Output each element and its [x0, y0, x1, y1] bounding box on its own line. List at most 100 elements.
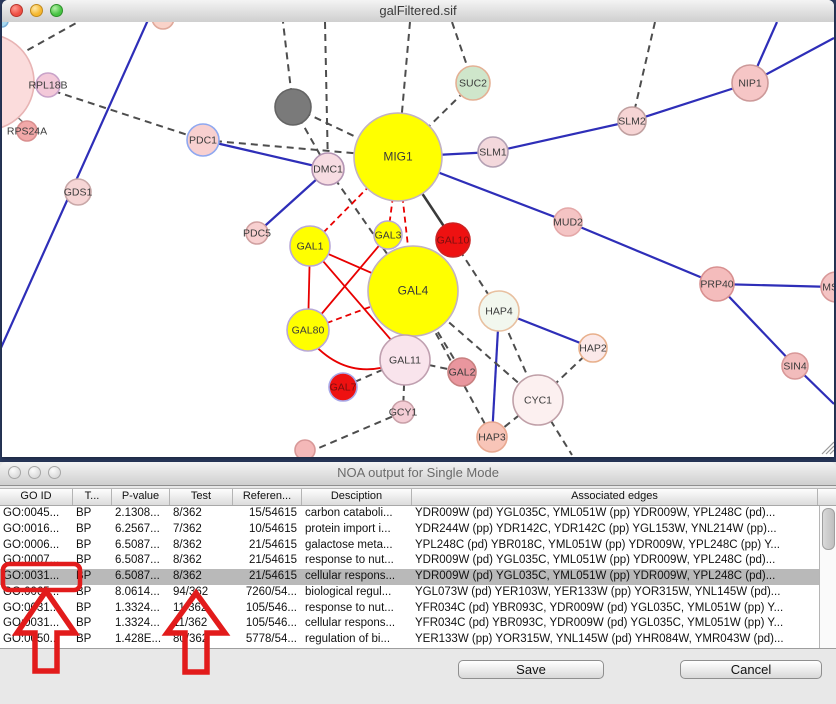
network-window-titlebar[interactable]: galFiltered.sif [2, 0, 834, 23]
graph-edge[interactable] [568, 222, 717, 284]
graph-node-label-gal3: GAL3 [375, 230, 402, 242]
graph-edge[interactable] [632, 22, 655, 121]
table-cell: carbon cataboli... [302, 506, 412, 522]
resize-grip[interactable] [830, 450, 834, 454]
table-cell: BP [73, 553, 112, 569]
table-cell: 6.2567... [112, 522, 170, 538]
table-cell: 80/362 [170, 632, 233, 648]
network-graph-canvas[interactable]: RPL18B RPS24A GDS1 PDC1 PDC5 DMC1 MIG1 SUC2 SLM1… [2, 22, 834, 457]
table-cell: 6.5087... [112, 569, 170, 585]
table-cell: YFR034C (pd) YBR093C, YDR009W (pd) YGL03… [412, 601, 818, 617]
table-cell: BP [73, 585, 112, 601]
graph-node-label-rps24a: RPS24A [7, 126, 47, 138]
table-cell: GO:0031... [0, 616, 73, 632]
cancel-button[interactable]: Cancel [680, 660, 822, 679]
table-cell: response to nut... [302, 601, 412, 617]
table-cell: response to nut... [302, 553, 412, 569]
column-header-test[interactable]: Test [170, 489, 233, 505]
resize-grip[interactable] [826, 446, 834, 454]
table-cell: YDR009W (pd) YGL035C, YML051W (pp) YDR00… [412, 569, 818, 585]
graph-node-label-pdc5: PDC5 [243, 228, 271, 240]
graph-node-label-hap3: HAP3 [478, 432, 506, 444]
table-row[interactable]: GO:0031...BP1.3324...11/362105/546...res… [0, 601, 836, 617]
table-row[interactable]: GO:0007...BP6.5087...8/36221/54615respon… [0, 553, 836, 569]
graph-edge[interactable] [493, 121, 632, 152]
graph-node-label-rpl18b: RPL18B [28, 80, 67, 92]
table-cell: 94/362 [170, 585, 233, 601]
noa-window-titlebar[interactable]: NOA output for Single Mode [0, 462, 836, 486]
table-cell: 105/546... [233, 601, 302, 617]
table-cell: 8/362 [170, 506, 233, 522]
table-row[interactable]: GO:0045...BP2.1308...8/36215/54615carbon… [0, 506, 836, 522]
table-cell: 8/362 [170, 538, 233, 554]
graph-node-label-gds1: GDS1 [64, 187, 93, 199]
table-cell: 1.3324... [112, 601, 170, 617]
table-cell: 8/362 [170, 569, 233, 585]
network-window: galFiltered.sif RPL18B RPS24A GDS1 PDC1 PDC5… [2, 0, 834, 457]
column-header-desciption[interactable]: Desciption [302, 489, 412, 505]
table-cell: regulation of bi... [302, 632, 412, 648]
graph-node-label-hap4: HAP4 [485, 306, 513, 318]
column-header-blank[interactable] [818, 489, 836, 505]
graph-node-label-dmc1: DMC1 [313, 164, 343, 176]
graph-node-label-gal10: GAL10 [437, 235, 470, 247]
table-cell: 8.0614... [112, 585, 170, 601]
column-header-go-id[interactable]: GO ID [0, 489, 73, 505]
table-cell: GO:0031... [0, 601, 73, 617]
graph-node-label-gal1: GAL1 [297, 241, 324, 253]
table-cell: YDR244W (pp) YDR142C, YDR142C (pp) YGL15… [412, 522, 818, 538]
table-cell: 2.1308... [112, 506, 170, 522]
table-cell: BP [73, 506, 112, 522]
table-cell: YPL248C (pd) YBR018C, YML051W (pp) YDR00… [412, 538, 818, 554]
table-header-row: GO IDT...P-valueTestReferen...Desciption… [0, 488, 836, 506]
table-cell: galactose meta... [302, 538, 412, 554]
table-cell: 11/362 [170, 616, 233, 632]
graph-node-label-suc2: SUC2 [459, 78, 487, 90]
table-cell: BP [73, 569, 112, 585]
graph-node-tiny-blue[interactable] [2, 22, 8, 27]
graph-edge[interactable] [325, 22, 328, 169]
graph-edge[interactable] [203, 140, 328, 169]
graph-node-top-clip[interactable] [152, 22, 174, 29]
graph-node-label-mig1: MIG1 [383, 150, 413, 164]
table-cell: 6.5087... [112, 538, 170, 554]
scrollbar-thumb[interactable] [822, 508, 835, 550]
table-row[interactable]: GO:0016...BP6.2567...7/36210/54615protei… [0, 522, 836, 538]
graph-node-label-cyc1: CYC1 [524, 395, 552, 407]
table-cell: YER133W (pp) YOR315W, YNL145W (pd) YHR08… [412, 632, 818, 648]
graph-edge[interactable] [17, 22, 78, 56]
graph-node-label-slm1: SLM1 [479, 147, 507, 159]
network-window-title: galFiltered.sif [2, 3, 834, 18]
graph-node-label-gal11: GAL11 [389, 355, 421, 367]
table-row[interactable]: GO:0031...BP6.5087...8/36221/54615cellul… [0, 569, 836, 585]
table-cell: BP [73, 632, 112, 648]
table-cell: GO:0050... [0, 632, 73, 648]
vertical-scrollbar[interactable] [819, 506, 836, 648]
table-cell: BP [73, 616, 112, 632]
graph-node-bottom-clip[interactable] [295, 440, 315, 457]
graph-node-gray-node[interactable] [275, 89, 311, 125]
graph-node-label-prp40: PRP40 [700, 279, 733, 291]
table-cell: cellular respons... [302, 569, 412, 585]
column-header-t---[interactable]: T... [73, 489, 112, 505]
column-header-p-value[interactable]: P-value [112, 489, 170, 505]
graph-node-label-mud2: MUD2 [553, 217, 583, 229]
table-row[interactable]: GO:0031...BP1.3324...11/362105/546...cel… [0, 616, 836, 632]
table-row[interactable]: GO:0006...BP6.5087...8/36221/54615galact… [0, 538, 836, 554]
graph-node-label-msl1: MSL1 [822, 282, 834, 294]
table-cell: 5778/54... [233, 632, 302, 648]
table-cell: 105/546... [233, 616, 302, 632]
column-header-referen---[interactable]: Referen... [233, 489, 302, 505]
table-cell: YGL073W (pd) YER103W, YER133W (pp) YOR31… [412, 585, 818, 601]
graph-node-label-slm2: SLM2 [618, 116, 646, 128]
table-row[interactable]: GO:0065...BP8.0614...94/3627260/54...bio… [0, 585, 836, 601]
column-header-associated-edges[interactable]: Associated edges [412, 489, 818, 505]
table-cell: 21/54615 [233, 569, 302, 585]
table-cell: BP [73, 538, 112, 554]
table-cell: 21/54615 [233, 538, 302, 554]
graph-node-label-pdc1: PDC1 [189, 135, 217, 147]
save-button[interactable]: Save [458, 660, 604, 679]
graph-node-label-nip1: NIP1 [738, 78, 762, 90]
table-row[interactable]: GO:0050...BP1.428E...80/3625778/54...reg… [0, 632, 836, 648]
table-cell: 15/54615 [233, 506, 302, 522]
